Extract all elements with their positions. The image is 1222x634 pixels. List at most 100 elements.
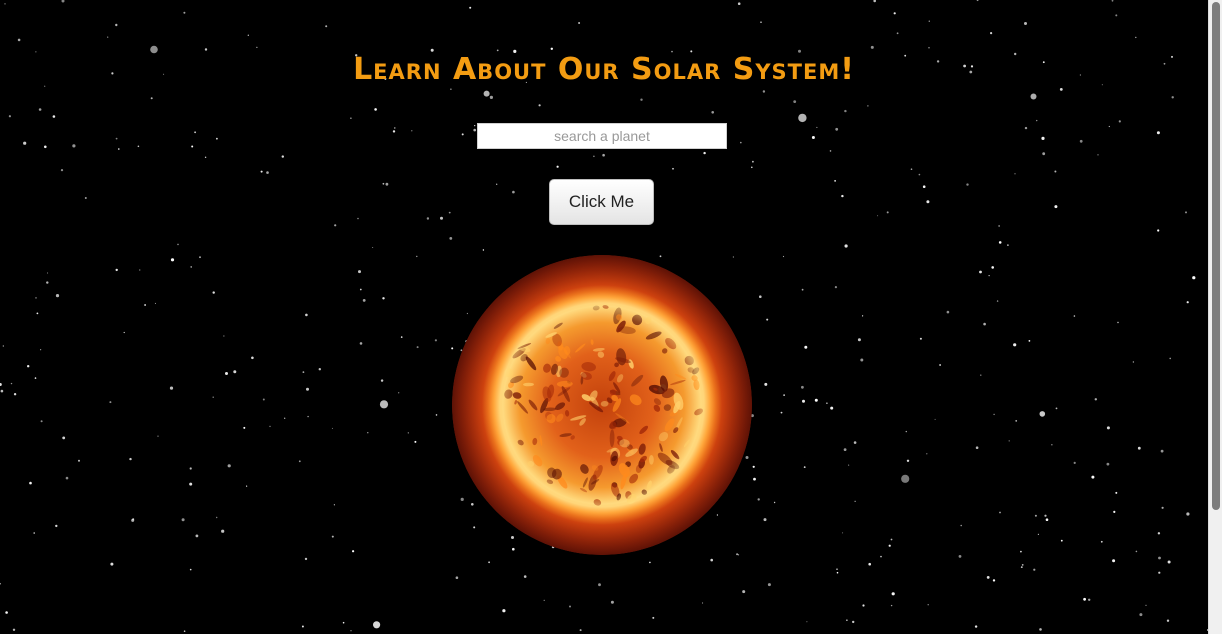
star [137,145,140,148]
star [157,435,159,437]
star [33,532,35,534]
star [1100,540,1103,543]
star [394,127,396,129]
star [1042,152,1046,156]
star [1135,550,1138,553]
star [1013,343,1017,347]
search-input[interactable] [477,123,727,149]
star [1158,556,1161,560]
star [983,322,986,326]
sun-image [452,255,752,555]
star [440,216,443,220]
star [61,0,65,3]
star [362,299,366,302]
star [610,600,614,604]
star [579,629,582,632]
star [65,476,69,480]
star [1051,444,1053,446]
star [216,516,218,519]
star [502,609,506,613]
star [474,125,476,127]
star [980,374,982,376]
star [414,440,417,443]
star [256,46,258,49]
star [84,197,87,199]
star [150,97,153,100]
star [471,503,474,506]
star [181,518,185,522]
star [52,115,56,118]
star [1036,119,1038,122]
star [783,394,785,396]
star [868,562,871,566]
star [757,498,760,501]
star [488,561,490,564]
click-me-button[interactable]: Click Me [549,179,654,225]
star [811,136,815,139]
star [1037,533,1039,536]
star [325,25,328,28]
star [843,448,847,451]
star [598,583,601,587]
star [751,166,753,169]
star [835,127,839,131]
star [1186,301,1189,304]
star [976,0,979,2]
star [110,562,114,566]
star [893,12,896,15]
star [780,411,783,414]
star [306,387,309,391]
star [829,150,832,152]
star [1034,514,1037,517]
star [870,45,874,49]
star [461,133,464,136]
star [194,131,197,134]
star [958,555,962,558]
star [896,32,899,35]
star [854,500,856,502]
star [482,249,485,251]
star [334,224,337,227]
vertical-scrollbar[interactable] [1208,0,1222,634]
star [350,117,352,119]
star [830,406,834,410]
star [1166,619,1170,622]
star [195,534,199,538]
star [802,399,805,403]
star [357,217,359,220]
star [998,241,1002,244]
star [906,459,910,462]
star [450,88,452,90]
star [223,335,225,337]
star [1033,568,1036,571]
star [873,0,876,3]
star [999,511,1001,514]
star [918,173,921,176]
star [434,339,437,342]
sun-graphic [452,255,752,555]
star [593,155,595,158]
star [8,115,11,118]
star [1054,205,1058,209]
star [17,38,21,42]
star [40,420,43,423]
star [62,436,66,440]
star [1115,491,1118,494]
star [1113,510,1116,513]
star [996,300,999,302]
star [374,108,377,111]
star [400,336,403,338]
star [392,130,396,133]
star [659,255,662,258]
star [979,270,982,274]
star [46,281,49,284]
star [78,459,80,462]
star [543,599,545,602]
star [1167,560,1171,564]
star [47,272,49,274]
star [199,256,201,259]
star [29,481,32,485]
star [745,456,749,459]
star [359,288,362,291]
scrollbar-thumb[interactable] [1212,2,1220,510]
